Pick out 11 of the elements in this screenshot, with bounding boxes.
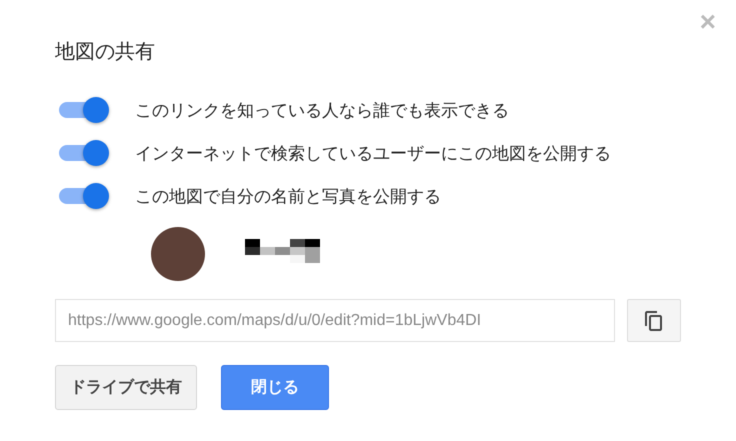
dialog-title: 地図の共有	[55, 38, 156, 65]
copy-icon	[644, 310, 664, 332]
share-drive-button[interactable]: ドライブで共有	[55, 365, 197, 410]
copy-button[interactable]	[627, 299, 681, 342]
toggle-label: このリンクを知っている人なら誰でも表示できる	[135, 100, 509, 122]
avatar	[151, 227, 205, 281]
toggle-label: インターネットで検索しているユーザーにこの地図を公開する	[135, 142, 611, 164]
close-button[interactable]: ×	[696, 8, 720, 36]
toggle-label: この地図で自分の名前と写真を公開する	[135, 186, 441, 208]
close-dialog-button[interactable]: 閉じる	[221, 365, 329, 410]
link-field[interactable]: https://www.google.com/maps/d/u/0/edit?mid=1bLjwVb4DI	[55, 299, 616, 342]
